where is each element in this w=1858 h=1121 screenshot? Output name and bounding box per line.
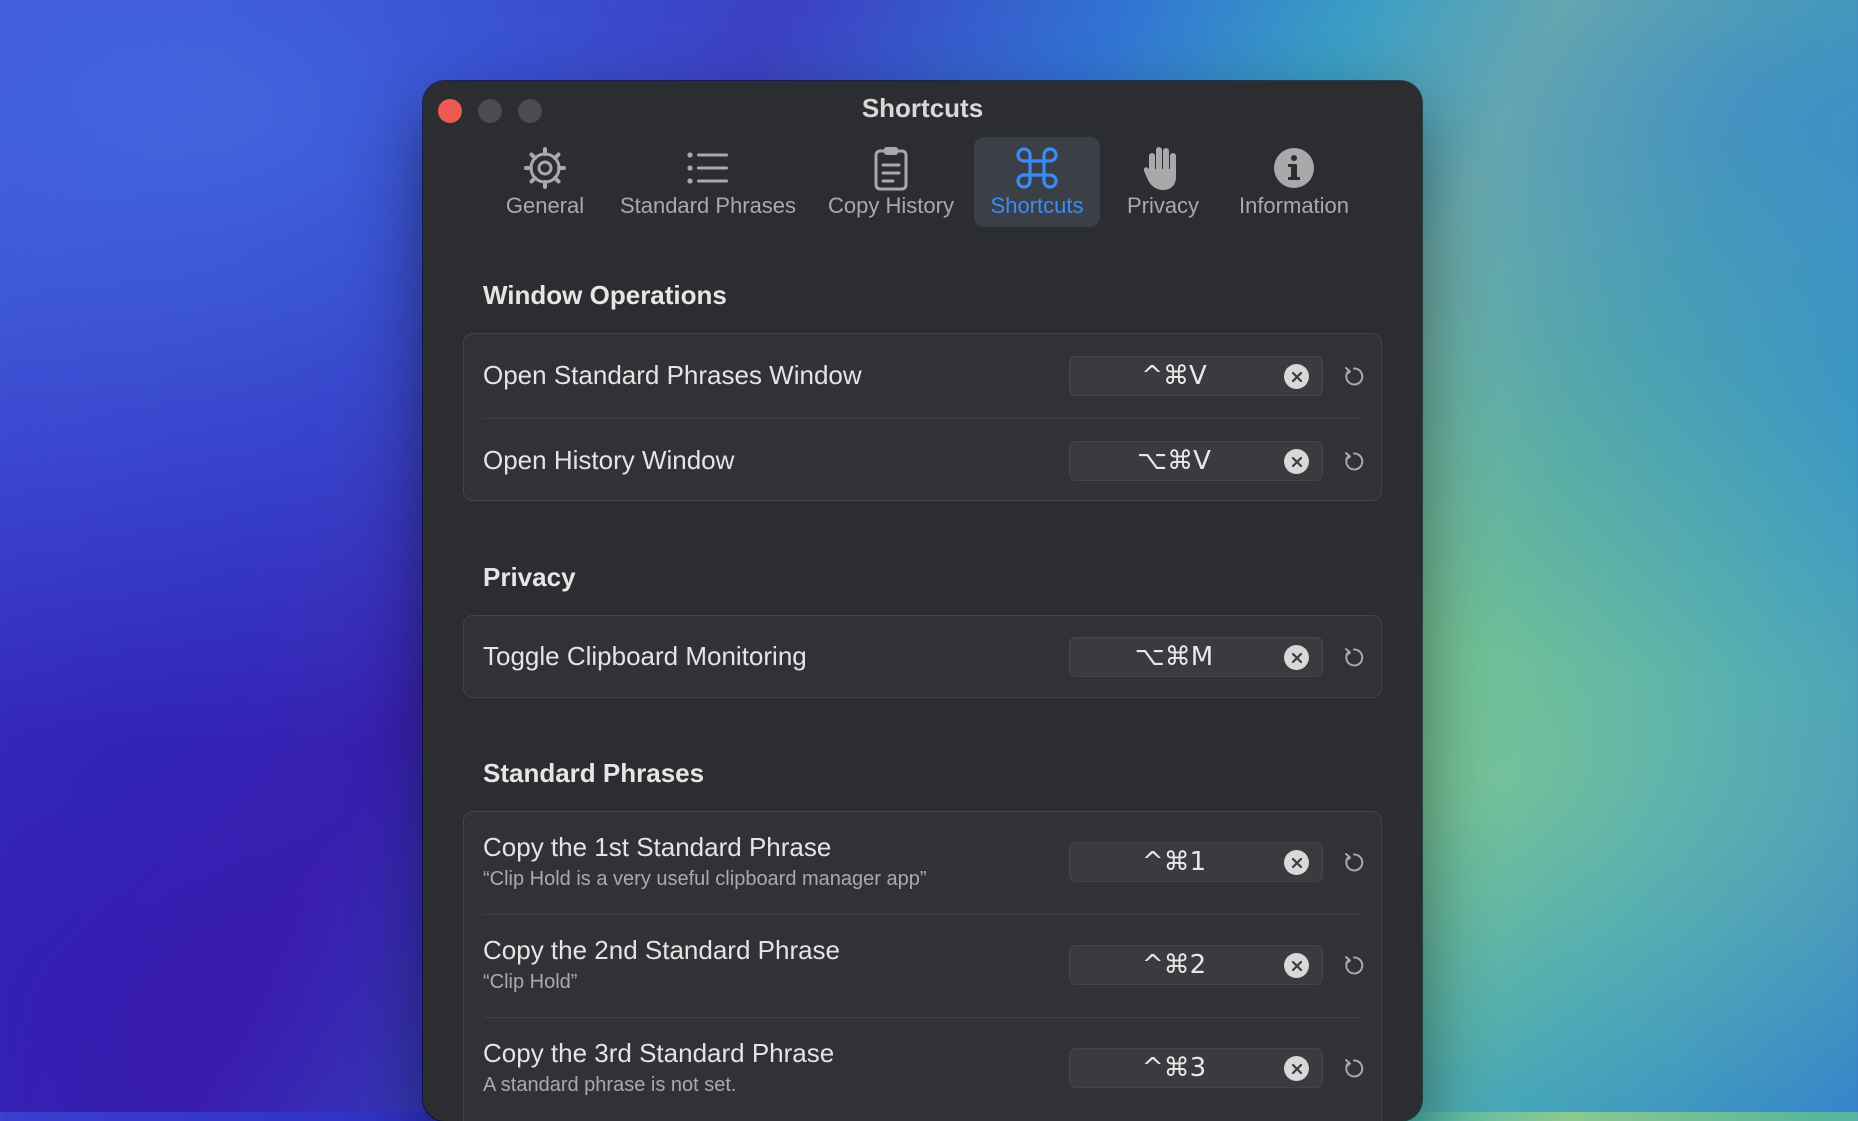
shortcut-row: Toggle Clipboard Monitoring ⌥⌘M: [464, 616, 1381, 697]
gear-icon: [520, 143, 570, 193]
shortcut-keys: ^⌘V: [1141, 361, 1207, 391]
shortcut-recorder[interactable]: ^⌘1: [1069, 842, 1323, 882]
privacy-group: Toggle Clipboard Monitoring ⌥⌘M: [463, 615, 1382, 698]
clipboard-icon: [866, 143, 916, 193]
title-bar: Shortcuts: [423, 81, 1422, 141]
shortcut-keys: ⌥⌘M: [1134, 642, 1214, 672]
clear-shortcut-icon[interactable]: [1284, 850, 1309, 875]
shortcut-keys: ^⌘1: [1141, 847, 1207, 877]
tab-privacy-label: Privacy: [1126, 193, 1200, 218]
tab-privacy[interactable]: Privacy: [1113, 137, 1213, 227]
tab-copy-history[interactable]: Copy History: [819, 137, 963, 227]
reset-shortcut-icon[interactable]: [1342, 449, 1366, 473]
shortcut-recorder[interactable]: ⌥⌘V: [1069, 441, 1323, 481]
clear-shortcut-icon[interactable]: [1284, 953, 1309, 978]
tab-copy-history-label: Copy History: [828, 193, 954, 218]
shortcut-name: Open Standard Phrases Window: [483, 360, 862, 390]
tab-general-label: General: [505, 193, 585, 218]
clear-shortcut-icon[interactable]: [1284, 364, 1309, 389]
shortcut-name: Open History Window: [483, 445, 735, 475]
tab-standard-phrases[interactable]: Standard Phrases: [609, 137, 807, 227]
shortcut-name: Copy the 2nd Standard Phrase: [483, 935, 841, 965]
settings-window: Shortcuts General Standard Phrases Copy …: [423, 81, 1422, 1121]
shortcut-row: Open Standard Phrases Window ^⌘V: [464, 334, 1381, 418]
phrase-preview: “Clip Hold”: [483, 971, 578, 993]
shortcut-row: Copy the 2nd Standard Phrase “Clip Hold”…: [464, 915, 1381, 1017]
tab-shortcuts[interactable]: Shortcuts: [974, 137, 1100, 227]
shortcut-keys: ^⌘3: [1141, 1053, 1207, 1083]
tab-standard-phrases-label: Standard Phrases: [619, 193, 797, 218]
reset-shortcut-icon[interactable]: [1342, 645, 1366, 669]
reset-shortcut-icon[interactable]: [1342, 364, 1366, 388]
clear-shortcut-icon[interactable]: [1284, 1056, 1309, 1081]
command-icon: [1012, 143, 1062, 193]
settings-toolbar: General Standard Phrases Copy History Sh…: [423, 137, 1422, 227]
shortcut-keys: ⌥⌘V: [1137, 446, 1211, 476]
shortcut-row: Open History Window ⌥⌘V: [464, 419, 1381, 500]
shortcut-recorder[interactable]: ⌥⌘M: [1069, 637, 1323, 677]
window-title: Shortcuts: [861, 93, 984, 123]
reset-shortcut-icon[interactable]: [1342, 850, 1366, 874]
info-icon: [1269, 143, 1319, 193]
clear-shortcut-icon[interactable]: [1284, 449, 1309, 474]
shortcut-row: Copy the 1st Standard Phrase “Clip Hold …: [464, 812, 1381, 914]
shortcut-name: Copy the 1st Standard Phrase: [483, 832, 832, 862]
phrase-preview: “Clip Hold is a very useful clipboard ma…: [483, 868, 927, 890]
shortcut-keys: ^⌘2: [1141, 950, 1207, 980]
tab-information-label: Information: [1238, 193, 1350, 218]
window-operations-group: Open Standard Phrases Window ^⌘V Open Hi…: [463, 333, 1382, 501]
list-icon: [683, 143, 733, 193]
clear-shortcut-icon[interactable]: [1284, 645, 1309, 670]
reset-shortcut-icon[interactable]: [1342, 953, 1366, 977]
tab-general[interactable]: General: [495, 137, 595, 227]
tab-information[interactable]: Information: [1224, 137, 1364, 227]
shortcut-recorder[interactable]: ^⌘V: [1069, 356, 1323, 396]
shortcut-name: Toggle Clipboard Monitoring: [483, 641, 807, 671]
standard-phrases-group: Copy the 1st Standard Phrase “Clip Hold …: [463, 811, 1382, 1121]
hand-icon: [1138, 143, 1188, 193]
shortcut-row: Copy the 3rd Standard Phrase A standard …: [464, 1018, 1381, 1120]
section-title-standard-phrases: Standard Phrases: [483, 758, 705, 788]
section-title-privacy: Privacy: [483, 562, 576, 592]
shortcut-recorder[interactable]: ^⌘3: [1069, 1048, 1323, 1088]
phrase-preview: A standard phrase is not set.: [483, 1074, 737, 1096]
reset-shortcut-icon[interactable]: [1342, 1056, 1366, 1080]
section-title-window-operations: Window Operations: [483, 280, 727, 310]
shortcut-recorder[interactable]: ^⌘2: [1069, 945, 1323, 985]
tab-shortcuts-label: Shortcuts: [990, 193, 1084, 218]
shortcut-name: Copy the 3rd Standard Phrase: [483, 1038, 835, 1068]
